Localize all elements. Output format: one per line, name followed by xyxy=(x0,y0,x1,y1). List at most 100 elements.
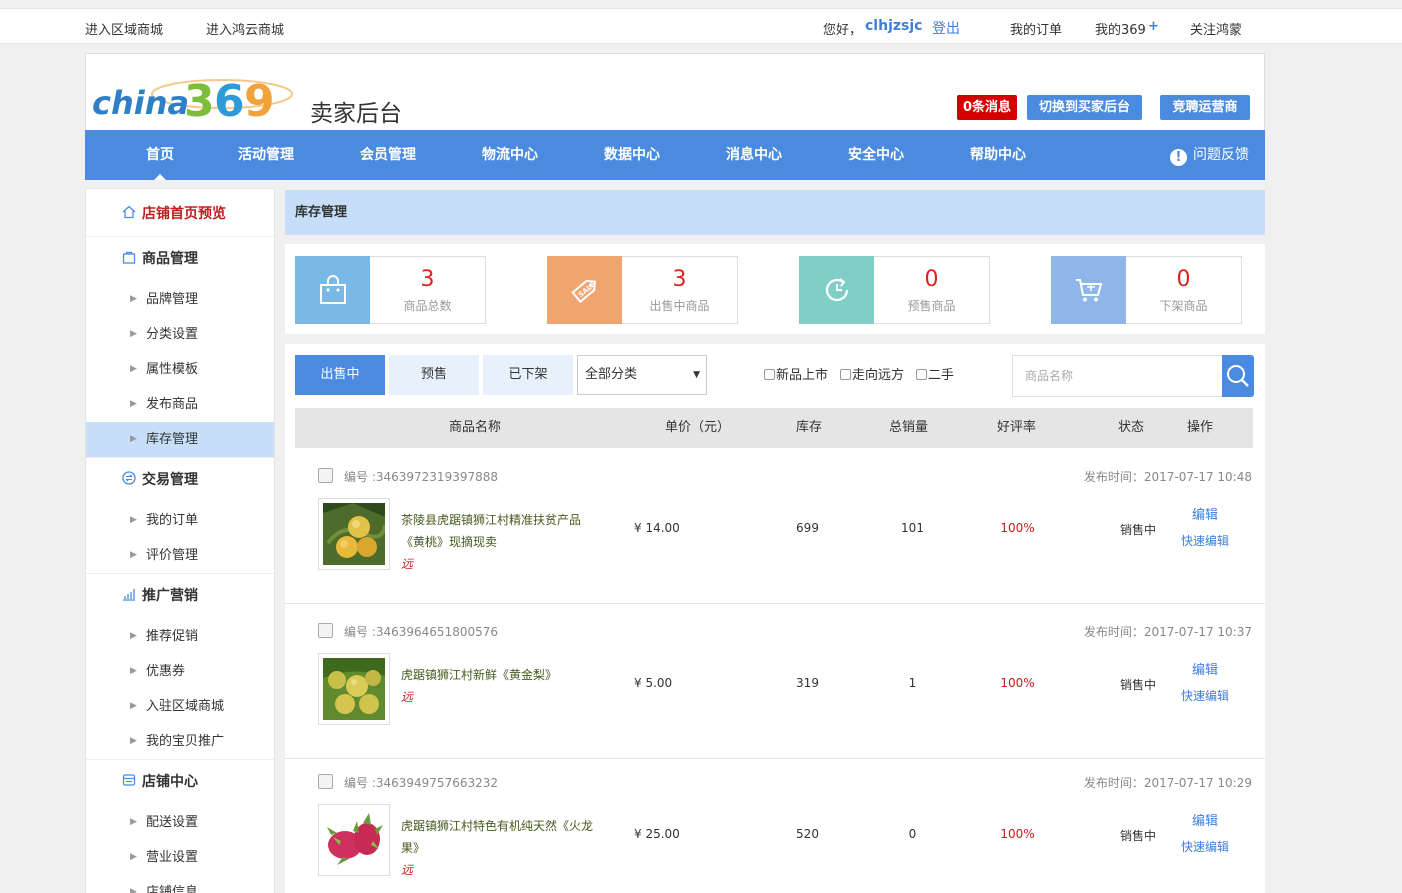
stat-label: 商品总数 xyxy=(403,299,452,313)
product-stock: 319 xyxy=(796,676,819,690)
product-code: 编号 :3463972319397888 xyxy=(344,470,499,484)
product-rating: 100% xyxy=(1000,676,1035,690)
sidebar-item-recommend[interactable]: ▶ 推荐促销 xyxy=(86,619,274,654)
product-name[interactable]: 茶陵县虎踞镇狮江村精准扶贫产品《黄桃》现摘现卖远 xyxy=(401,509,596,575)
sale-tag-icon: SALE xyxy=(547,256,622,324)
sidebar-item-delivery[interactable]: ▶ 配送设置 xyxy=(86,805,274,840)
switch-buyer-button[interactable]: 切换到买家后台 xyxy=(1027,95,1142,120)
store-icon xyxy=(121,759,137,805)
compete-operator-button[interactable]: 竞聘运营商 xyxy=(1160,95,1250,120)
messages-button[interactable]: 0条消息 xyxy=(957,95,1017,120)
sidebar-item-coupon[interactable]: ▶ 优惠券 xyxy=(86,654,274,689)
sidebar-item-promote[interactable]: ▶ 我的宝贝推广 xyxy=(86,724,274,759)
product-sales: 0 xyxy=(908,827,917,841)
sidebar-trade-mgmt[interactable]: 交易管理 xyxy=(86,457,274,503)
sidebar-item-store-info[interactable]: ▶ 店铺信息 xyxy=(86,875,274,893)
username[interactable]: clhjzsjc xyxy=(865,18,922,34)
sidebar-item-business[interactable]: ▶ 营业设置 xyxy=(86,840,274,875)
sidebar-item-attribute[interactable]: ▶ 属性模板 xyxy=(86,352,274,387)
tab-off-shelf[interactable]: 已下架 xyxy=(483,355,573,395)
region-mall-link[interactable]: 进入区域商城 xyxy=(85,19,163,38)
edit-link[interactable]: 编辑 xyxy=(1180,810,1230,829)
sidebar-store-preview[interactable]: 店铺首页预览 xyxy=(86,191,274,237)
checkbox-label: 新品上市 xyxy=(776,368,829,383)
row-checkbox[interactable] xyxy=(318,468,333,483)
stat-value: 3 xyxy=(420,267,435,292)
sidebar-item-label: 品牌管理 xyxy=(146,292,199,307)
nav-activity[interactable]: 活动管理 xyxy=(211,130,321,180)
col-rating: 好评率 xyxy=(997,420,1037,435)
quick-edit-link[interactable]: 快速编辑 xyxy=(1175,838,1235,855)
sidebar-item-label: 入驻区域商城 xyxy=(146,699,225,714)
search-button[interactable] xyxy=(1222,355,1254,397)
checkbox-icon[interactable] xyxy=(764,369,775,380)
my369-link[interactable]: 我的369 xyxy=(1095,19,1146,38)
home-icon xyxy=(121,191,137,237)
svg-text:china: china xyxy=(92,84,189,122)
sidebar-item-join-region[interactable]: ▶ 入驻区域商城 xyxy=(86,689,274,724)
nav-data[interactable]: 数据中心 xyxy=(577,130,687,180)
goods-panel: 出售中 预售 已下架 全部分类 ▼ 新品上市 走向远方 二手 商品名称 商品名称… xyxy=(285,344,1265,893)
my-orders-link[interactable]: 我的订单 xyxy=(1010,19,1062,38)
sidebar-item-my-orders[interactable]: ▶ 我的订单 xyxy=(86,503,274,538)
product-status: 销售中 xyxy=(1119,678,1156,692)
nav-logistics[interactable]: 物流中心 xyxy=(455,130,565,180)
sidebar-item-label: 库存管理 xyxy=(146,432,199,447)
tab-on-sale[interactable]: 出售中 xyxy=(295,355,385,395)
greeting-text: 您好， xyxy=(823,23,863,38)
nav-security[interactable]: 安全中心 xyxy=(821,130,931,180)
content-area: 库存管理 3 商品总数 SALE 3 出售中商品 0 预售商品 0 下架商品 出… xyxy=(285,188,1265,893)
edit-link[interactable]: 编辑 xyxy=(1180,659,1230,678)
col-stock: 库存 xyxy=(796,420,823,435)
checkbox-label: 二手 xyxy=(928,368,955,383)
sidebar-item-brand[interactable]: ▶ 品牌管理 xyxy=(86,282,274,317)
stat-presale[interactable]: 0 预售商品 xyxy=(799,256,990,324)
sidebar-goods-mgmt[interactable]: 商品管理 xyxy=(86,236,274,282)
quick-edit-link[interactable]: 快速编辑 xyxy=(1175,687,1235,704)
plus-icon[interactable]: + xyxy=(1148,19,1159,34)
product-status: 销售中 xyxy=(1119,523,1156,537)
nav-home[interactable]: 首页 xyxy=(105,130,215,180)
publish-date: 发布时间：2017-07-17 10:48 xyxy=(1083,470,1252,484)
nav-message[interactable]: 消息中心 xyxy=(699,130,809,180)
stat-on-sale[interactable]: SALE 3 出售中商品 xyxy=(547,256,738,324)
feedback-link[interactable]: ! 问题反馈 xyxy=(1170,130,1249,180)
category-select[interactable]: 全部分类 ▼ xyxy=(577,355,707,395)
sidebar-item-reviews[interactable]: ▶ 评价管理 xyxy=(86,538,274,573)
nav-member[interactable]: 会员管理 xyxy=(333,130,443,180)
product-status: 销售中 xyxy=(1119,829,1156,843)
checkbox-icon[interactable] xyxy=(840,369,851,380)
quick-edit-link[interactable]: 快速编辑 xyxy=(1175,532,1235,549)
product-name[interactable]: 虎踞镇狮江村新鲜《黄金梨》远 xyxy=(401,664,596,708)
checkbox-icon[interactable] xyxy=(916,369,927,380)
sidebar-promo[interactable]: 推广营销 xyxy=(86,573,274,619)
sidebar-item-label: 评价管理 xyxy=(146,548,199,563)
row-checkbox[interactable] xyxy=(318,774,333,789)
hongyun-mall-link[interactable]: 进入鸿云商城 xyxy=(206,19,284,38)
product-thumbnail[interactable] xyxy=(318,498,390,570)
sidebar-store-center[interactable]: 店铺中心 xyxy=(86,759,274,805)
sidebar-item-category[interactable]: ▶ 分类设置 xyxy=(86,317,274,352)
product-thumbnail[interactable] xyxy=(318,653,390,725)
search-input[interactable]: 商品名称 xyxy=(1012,355,1224,397)
product-name[interactable]: 虎踞镇狮江村特色有机纯天然《火龙果》远 xyxy=(401,815,596,881)
sidebar-item-publish[interactable]: ▶ 发布商品 xyxy=(86,387,274,422)
china369-logo[interactable]: china 3 6 9 xyxy=(92,66,302,126)
logout-link[interactable]: 登出 xyxy=(932,18,960,38)
sidebar-item-inventory[interactable]: ▶ 库存管理 xyxy=(86,422,274,457)
row-checkbox[interactable] xyxy=(318,623,333,638)
stat-total-goods[interactable]: 3 商品总数 xyxy=(295,256,486,324)
edit-link[interactable]: 编辑 xyxy=(1180,504,1230,523)
follow-link[interactable]: 关注鸿蒙 xyxy=(1190,19,1242,38)
store-preview-label: 店铺首页预览 xyxy=(142,206,226,222)
checkbox-secondhand[interactable]: 二手 xyxy=(916,364,954,383)
checkbox-far[interactable]: 走向远方 xyxy=(840,364,904,383)
nav-help[interactable]: 帮助中心 xyxy=(943,130,1053,180)
product-thumbnail[interactable] xyxy=(318,804,390,876)
stat-off-shelf[interactable]: 0 下架商品 xyxy=(1051,256,1242,324)
sidebar: 店铺首页预览 商品管理 ▶ 品牌管理 ▶ 分类设置 ▶ 属性模板 ▶ 发布商品 ▶ 库存管… xyxy=(85,188,275,893)
checkbox-new[interactable]: 新品上市 xyxy=(764,364,828,383)
product-code: 编号 :3463964651800576 xyxy=(344,625,499,639)
tab-presale[interactable]: 预售 xyxy=(389,355,479,395)
exclamation-icon: ! xyxy=(1170,149,1187,166)
